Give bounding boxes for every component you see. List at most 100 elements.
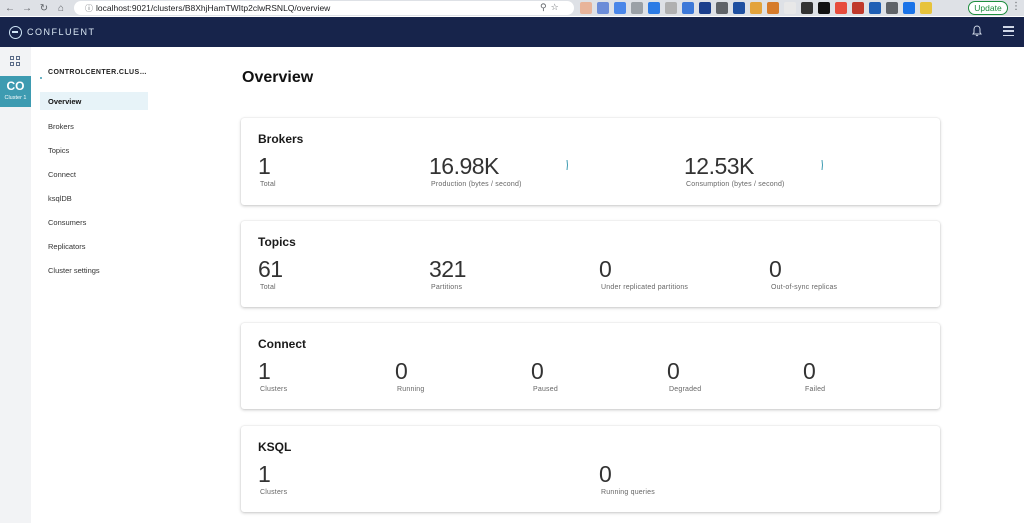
metric-value: 0 [667, 358, 680, 384]
extension-icon[interactable] [597, 2, 609, 14]
metric-value: 1 [258, 358, 271, 384]
metric-label: Total [260, 284, 276, 291]
sidebar: CONTROLCENTER.CLUS… Overview Brokers Top… [31, 47, 155, 523]
bookmark-star-icon[interactable]: ☆ [551, 2, 559, 13]
card-title: Topics [258, 235, 296, 249]
topics-total-metric: 61 Total [258, 256, 283, 291]
topics-card[interactable]: Topics 61 Total 321 Partitions 0 Under r… [241, 221, 940, 307]
metric-label: Production (bytes / second) [431, 181, 522, 188]
metric-label: Paused [533, 386, 558, 393]
brokers-card[interactable]: Brokers 1 Total 16.98K Production (bytes… [241, 118, 940, 205]
metric-value: 1 [258, 153, 271, 179]
metric-label: Clusters [260, 489, 288, 496]
metric-label: Clusters [260, 386, 288, 393]
address-bar[interactable]: ⓘ localhost:9021/clusters/B8XhjHamTWItp2… [74, 1, 574, 15]
update-button[interactable]: Update [968, 1, 1008, 15]
extension-icon[interactable] [699, 2, 711, 14]
extensions-puzzle-icon[interactable] [886, 2, 898, 14]
connect-card[interactable]: Connect 1 Clusters 0 Running 0 Paused 0 … [241, 323, 940, 409]
cluster-abbr: CO [6, 79, 25, 93]
metric-label: Failed [805, 386, 826, 393]
confluent-logo[interactable]: CONFLUENT [9, 25, 96, 39]
sidebar-item-topics[interactable]: Topics [40, 141, 148, 159]
cluster-badge[interactable]: CO Cluster 1 [0, 76, 31, 107]
ksql-clusters-metric: 1 Clusters [258, 461, 287, 496]
metric-label: Running [397, 386, 425, 393]
forward-icon[interactable]: → [20, 1, 34, 15]
sidebar-item-ksqldb[interactable]: ksqlDB [40, 189, 148, 207]
metric-value: 0 [803, 358, 816, 384]
sidebar-item-consumers[interactable]: Consumers [40, 213, 148, 231]
confluent-logo-icon [9, 25, 22, 39]
extension-icon[interactable] [750, 2, 762, 14]
extensions-bar [580, 2, 932, 14]
ksql-running-queries-metric: 0 Running queries [599, 461, 655, 496]
extension-icon[interactable] [903, 2, 915, 14]
extension-icon[interactable] [733, 2, 745, 14]
extension-icon[interactable] [818, 2, 830, 14]
extension-icon[interactable] [852, 2, 864, 14]
page-title: Overview [242, 69, 314, 86]
ksql-card[interactable]: KSQL 1 Clusters 0 Running queries [241, 426, 940, 512]
brokers-total-metric: 1 Total [258, 153, 276, 188]
extension-icon[interactable] [869, 2, 881, 14]
metric-label: Consumption (bytes / second) [686, 181, 785, 188]
cluster-name: Cluster 1 [4, 95, 27, 101]
under-replicated-metric: 0 Under replicated partitions [599, 256, 688, 291]
consumption-sparkline [821, 159, 824, 171]
url-text: localhost:9021/clusters/B8XhjHamTWItp2cl… [96, 3, 331, 13]
extension-icon[interactable] [614, 2, 626, 14]
extension-icon[interactable] [767, 2, 779, 14]
extension-icon[interactable] [784, 2, 796, 14]
sidebar-item-overview[interactable]: Overview [40, 92, 148, 110]
metric-value: 1 [258, 461, 271, 487]
connect-paused-metric: 0 Paused [531, 358, 558, 393]
info-icon[interactable]: ⓘ [82, 3, 96, 14]
metric-value: 0 [531, 358, 544, 384]
consumption-metric: 12.53K Consumption (bytes / second) [684, 153, 785, 188]
production-metric: 16.98K Production (bytes / second) [429, 153, 522, 188]
sidebar-item-cluster-settings[interactable]: Cluster settings [40, 261, 148, 279]
extension-icon[interactable] [835, 2, 847, 14]
notifications-bell-icon[interactable] [972, 25, 982, 37]
connect-running-metric: 0 Running [395, 358, 424, 393]
metric-value: 16.98K [429, 153, 499, 179]
browser-menu-icon[interactable]: ⋮ [1011, 1, 1021, 12]
sidebar-item-brokers[interactable]: Brokers [40, 117, 148, 135]
extension-icon[interactable] [631, 2, 643, 14]
extension-icon[interactable] [682, 2, 694, 14]
extension-icon[interactable] [665, 2, 677, 14]
menu-hamburger-icon[interactable] [1003, 26, 1014, 36]
extension-icon[interactable] [648, 2, 660, 14]
metric-value: 0 [599, 256, 612, 282]
extension-icon[interactable] [716, 2, 728, 14]
connect-failed-metric: 0 Failed [803, 358, 825, 393]
app-header: CONFLUENT [0, 17, 1024, 47]
metric-label: Out-of-sync replicas [771, 284, 838, 291]
metric-value: 61 [258, 256, 283, 282]
home-icon[interactable]: ⌂ [54, 1, 68, 15]
brand-name: CONFLUENT [27, 27, 96, 37]
back-icon[interactable]: ← [3, 1, 17, 15]
metric-label: Running queries [601, 489, 655, 496]
cluster-rail: CO Cluster 1 [0, 47, 31, 523]
extension-icon[interactable] [801, 2, 813, 14]
cluster-title: CONTROLCENTER.CLUS… [48, 69, 147, 76]
metric-value: 0 [395, 358, 408, 384]
reload-icon[interactable]: ↻ [37, 1, 51, 15]
browser-toolbar: ← → ↻ ⌂ ⓘ localhost:9021/clusters/B8XhjH… [0, 0, 1024, 16]
sidebar-item-replicators[interactable]: Replicators [40, 237, 148, 255]
metric-value: 321 [429, 256, 466, 282]
zoom-icon[interactable]: ⚲ [540, 2, 547, 13]
extension-icon[interactable] [580, 2, 592, 14]
partitions-metric: 321 Partitions [429, 256, 466, 291]
metric-value: 12.53K [684, 153, 754, 179]
metric-label: Partitions [431, 284, 463, 291]
grid-apps-icon[interactable] [10, 56, 20, 66]
metric-value: 0 [599, 461, 612, 487]
card-title: Connect [258, 337, 306, 351]
profile-avatar[interactable] [920, 2, 932, 14]
metric-label: Degraded [669, 386, 702, 393]
out-of-sync-metric: 0 Out-of-sync replicas [769, 256, 837, 291]
sidebar-item-connect[interactable]: Connect [40, 165, 148, 183]
